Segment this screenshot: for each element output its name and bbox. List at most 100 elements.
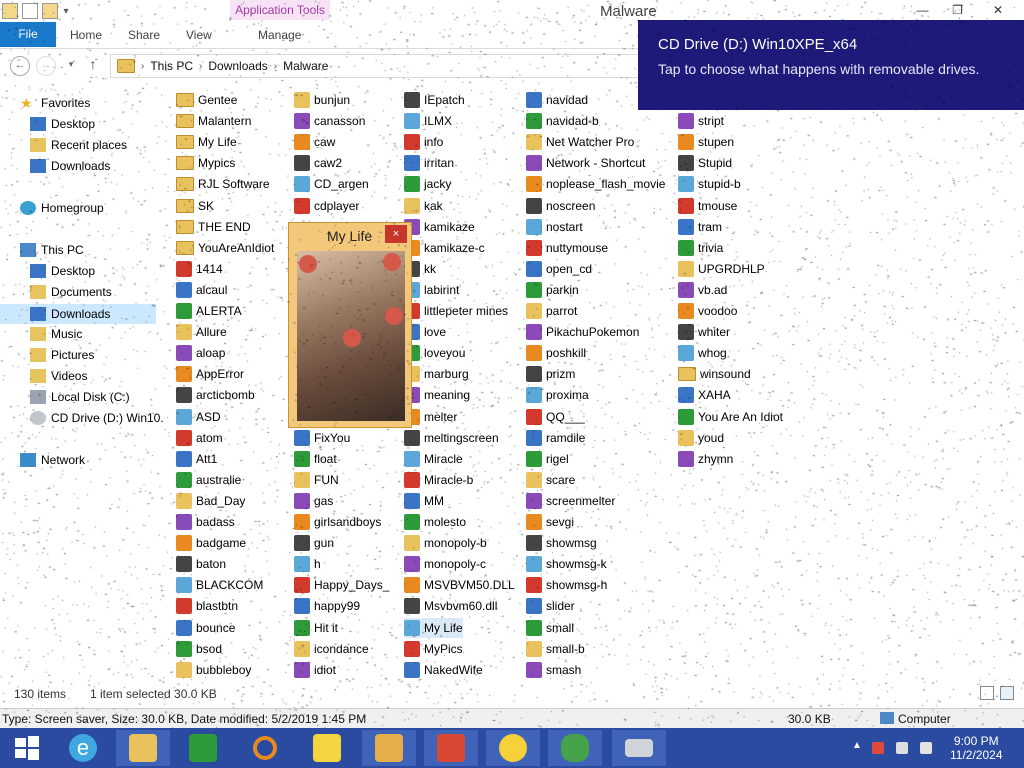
file-item[interactable]: proxima bbox=[526, 385, 589, 405]
taskbar-search-app[interactable] bbox=[238, 730, 292, 766]
file-item[interactable]: MyPics bbox=[404, 639, 463, 659]
file-item[interactable]: FUN bbox=[294, 470, 339, 490]
up-button[interactable]: ↑ bbox=[84, 56, 102, 74]
file-item[interactable]: alcaul bbox=[176, 280, 227, 300]
taskbar-media-app[interactable] bbox=[362, 730, 416, 766]
recent-locations-button[interactable]: ▾ bbox=[62, 56, 80, 74]
file-item[interactable]: badass bbox=[176, 512, 235, 532]
file-item[interactable]: blastbtn bbox=[176, 596, 238, 616]
file-item[interactable]: bunjun bbox=[294, 90, 350, 110]
file-item[interactable]: Gentee bbox=[176, 90, 237, 110]
autoplay-notification[interactable]: CD Drive (D:) Win10XPE_x64 Tap to choose… bbox=[638, 20, 1024, 110]
sidebar-item-downloads-pc[interactable]: Downloads bbox=[0, 304, 156, 324]
file-item[interactable]: open_cd bbox=[526, 259, 592, 279]
taskbar-file-explorer[interactable] bbox=[116, 730, 170, 766]
file-item[interactable]: float bbox=[294, 449, 337, 469]
network-tray-icon[interactable] bbox=[896, 742, 908, 754]
sidebar-item-favorites[interactable]: ★ Favorites bbox=[20, 96, 90, 110]
sidebar-item-recent-places[interactable]: Recent places bbox=[30, 138, 127, 152]
file-item[interactable]: girlsandboys bbox=[294, 512, 381, 532]
new-folder-icon[interactable] bbox=[42, 3, 58, 19]
file-item[interactable]: showmsg-h bbox=[526, 575, 607, 595]
taskbar-sun-app[interactable] bbox=[486, 730, 540, 766]
file-item[interactable]: UPGRDHLP bbox=[678, 259, 765, 279]
file-item[interactable]: showmsg-k bbox=[526, 554, 607, 574]
tab-manage[interactable]: Manage bbox=[258, 28, 301, 42]
file-item[interactable]: monopoly-c bbox=[404, 554, 486, 574]
file-item[interactable]: icondance bbox=[294, 639, 369, 659]
file-tab[interactable]: File bbox=[0, 22, 56, 47]
file-item[interactable]: Hit it bbox=[294, 618, 338, 638]
file-item[interactable]: bubbleboy bbox=[176, 660, 251, 680]
file-item[interactable]: labirint bbox=[404, 280, 459, 300]
file-item[interactable]: Mypics bbox=[176, 153, 235, 173]
file-item[interactable]: Allure bbox=[176, 322, 227, 342]
file-item[interactable]: irritan bbox=[404, 153, 454, 173]
file-item[interactable]: rigel bbox=[526, 449, 569, 469]
file-item[interactable]: small bbox=[526, 618, 574, 638]
sidebar-item-this-pc[interactable]: This PC bbox=[20, 243, 84, 257]
file-item[interactable]: youd bbox=[678, 428, 724, 448]
sidebar-item-desktop[interactable]: Desktop bbox=[30, 117, 95, 131]
file-item[interactable]: Net Watcher Pro bbox=[526, 132, 634, 152]
file-item[interactable]: MM bbox=[404, 491, 444, 511]
file-item[interactable]: Miracle-b bbox=[404, 470, 473, 490]
sidebar-item-documents[interactable]: Documents bbox=[30, 285, 112, 299]
file-item[interactable]: kak bbox=[404, 196, 443, 216]
file-item[interactable]: zhymn bbox=[678, 449, 733, 469]
file-item[interactable]: info bbox=[404, 132, 443, 152]
file-item[interactable]: molesto bbox=[404, 512, 466, 532]
taskbar-keyboard-app[interactable] bbox=[612, 730, 666, 766]
file-item[interactable]: monopoly-b bbox=[404, 533, 487, 553]
file-item[interactable]: badgame bbox=[176, 533, 246, 553]
action-center-icon[interactable] bbox=[872, 742, 884, 754]
file-item[interactable]: CD_argen bbox=[294, 174, 369, 194]
file-item[interactable]: canasson bbox=[294, 111, 365, 131]
taskbar-lightning-app[interactable] bbox=[300, 730, 354, 766]
sidebar-item-downloads[interactable]: Downloads bbox=[30, 159, 110, 173]
tab-share[interactable]: Share bbox=[128, 28, 160, 42]
file-item[interactable]: parkin bbox=[526, 280, 579, 300]
file-item[interactable]: showmsg bbox=[526, 533, 597, 553]
sidebar-item-desktop-pc[interactable]: Desktop bbox=[30, 264, 95, 278]
file-item[interactable]: meltingscreen bbox=[404, 428, 499, 448]
file-item[interactable]: scare bbox=[526, 470, 575, 490]
application-tools-tab[interactable]: Application Tools bbox=[230, 0, 330, 20]
file-item[interactable]: gas bbox=[294, 491, 333, 511]
volume-icon[interactable] bbox=[920, 742, 932, 754]
file-item[interactable]: nostart bbox=[526, 217, 583, 237]
file-item[interactable]: IEpatch bbox=[404, 90, 465, 110]
taskbar-red-app[interactable] bbox=[424, 730, 478, 766]
close-button[interactable]: ✕ bbox=[975, 0, 1021, 20]
file-item[interactable]: Stupid bbox=[678, 153, 732, 173]
address-bar[interactable]: › This PC › Downloads › Malware bbox=[110, 54, 648, 78]
file-item[interactable]: My Life bbox=[176, 132, 237, 152]
forward-button[interactable]: → bbox=[36, 56, 56, 76]
my-life-popup-window[interactable]: My Life × bbox=[288, 222, 412, 428]
sidebar-item-cd-drive[interactable]: CD Drive (D:) Win10. bbox=[30, 411, 164, 425]
sidebar-item-videos[interactable]: Videos bbox=[30, 369, 87, 383]
file-item[interactable]: NakedWife bbox=[404, 660, 483, 680]
file-item[interactable]: Happy_Days_ bbox=[294, 575, 389, 595]
file-item[interactable]: voodoo bbox=[678, 301, 737, 321]
breadcrumb-malware[interactable]: Malware bbox=[283, 59, 328, 73]
back-button[interactable]: ← bbox=[10, 56, 30, 76]
minimize-button[interactable]: — bbox=[905, 0, 940, 20]
file-item[interactable]: melter bbox=[404, 407, 457, 427]
file-item[interactable]: slider bbox=[526, 596, 575, 616]
file-item[interactable]: MSVBVM50.DLL bbox=[404, 575, 515, 595]
file-item[interactable]: bounce bbox=[176, 618, 235, 638]
file-item[interactable]: Miracle bbox=[404, 449, 463, 469]
file-item[interactable]: happy99 bbox=[294, 596, 360, 616]
file-item[interactable]: Malantern bbox=[176, 111, 251, 131]
file-item[interactable]: AppError bbox=[176, 364, 244, 384]
file-item[interactable]: baton bbox=[176, 554, 226, 574]
file-item[interactable]: winsound bbox=[678, 364, 751, 384]
file-item[interactable]: whiter bbox=[678, 322, 730, 342]
file-item[interactable]: arcticbomb bbox=[176, 385, 255, 405]
file-item[interactable]: Msvbvm60.dll bbox=[404, 596, 497, 616]
file-item[interactable]: YouAreAnIdiot bbox=[176, 238, 274, 258]
file-item[interactable]: vb.ad bbox=[678, 280, 727, 300]
file-item[interactable]: aloap bbox=[176, 343, 225, 363]
file-item[interactable]: prizm bbox=[526, 364, 575, 384]
